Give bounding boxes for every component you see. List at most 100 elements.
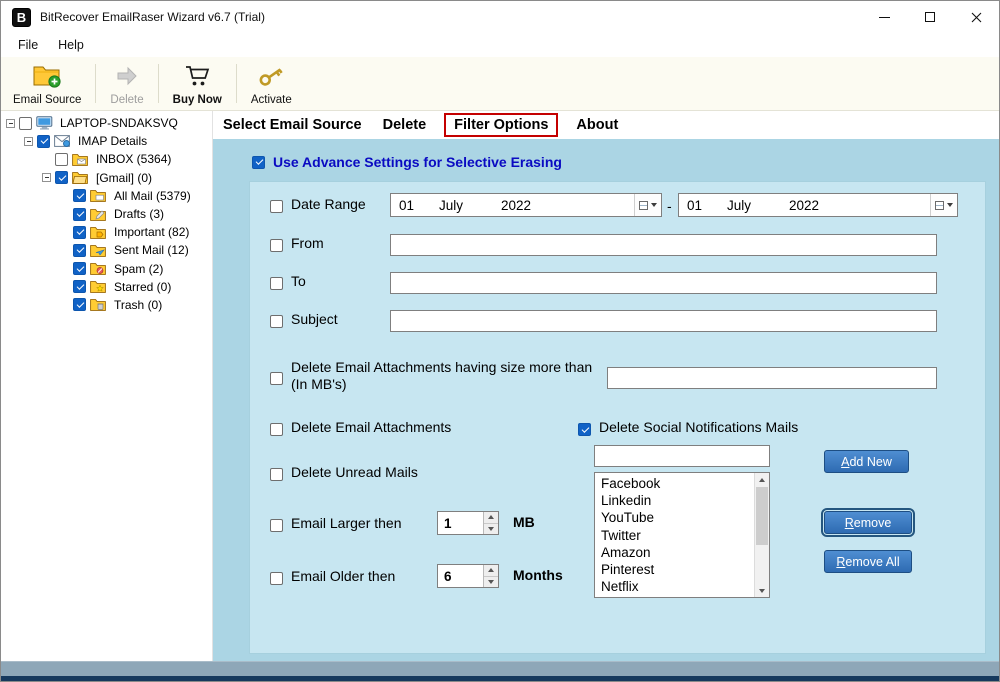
tree-checkbox[interactable]	[73, 280, 86, 293]
toolbar: Email Source Delete Buy Now	[1, 57, 999, 111]
list-item-twitter[interactable]: Twitter	[595, 527, 754, 544]
tree-item-gmail[interactable]: [Gmail] (0)	[1, 169, 212, 187]
subject-checkbox[interactable]	[270, 315, 283, 328]
tree-checkbox[interactable]	[19, 117, 32, 130]
tree-item-spam[interactable]: Spam (2)	[1, 260, 212, 278]
collapse-icon[interactable]	[42, 173, 51, 182]
tree-item-label: Important (82)	[112, 225, 191, 239]
menu-help[interactable]: Help	[48, 35, 94, 55]
tree-item-laptop[interactable]: LAPTOP-SNDAKSVQ	[1, 114, 212, 132]
inbox-folder-icon	[72, 152, 90, 166]
tree-item-trash[interactable]: Trash (0)	[1, 296, 212, 314]
scroll-down-icon[interactable]	[755, 584, 769, 597]
window-controls	[861, 1, 999, 33]
date-range-checkbox[interactable]	[270, 200, 283, 213]
email-larger-input[interactable]	[438, 512, 483, 534]
buy-now-button[interactable]: Buy Now	[161, 57, 234, 110]
tree-checkbox[interactable]	[73, 208, 86, 221]
new-social-site-input[interactable]	[594, 445, 770, 467]
social-sites-listbox[interactable]: Facebook Linkedin YouTube Twitter Amazon…	[594, 472, 770, 598]
maximize-button[interactable]	[907, 1, 953, 33]
date-start-month: July	[439, 198, 501, 213]
collapse-icon[interactable]	[6, 119, 15, 128]
spinner-down-icon[interactable]	[484, 577, 498, 588]
from-checkbox[interactable]	[270, 239, 283, 252]
tab-filter-options[interactable]: Filter Options	[444, 113, 558, 137]
delete-button[interactable]: Delete	[98, 57, 155, 110]
tree-checkbox[interactable]	[55, 171, 68, 184]
calendar-icon	[639, 201, 648, 210]
list-item-amazon[interactable]: Amazon	[595, 544, 754, 561]
tab-about[interactable]: About	[573, 115, 621, 135]
listbox-scrollbar[interactable]	[754, 473, 769, 597]
list-item-facebook[interactable]: Facebook	[595, 475, 754, 492]
tree-checkbox[interactable]	[73, 189, 86, 202]
scroll-up-icon[interactable]	[755, 473, 769, 486]
tree-checkbox[interactable]	[73, 226, 86, 239]
minimize-button[interactable]	[861, 1, 907, 33]
email-older-input[interactable]	[438, 565, 483, 587]
remove-button[interactable]: Remove	[824, 511, 912, 534]
toolbar-separator	[158, 64, 159, 103]
tree-checkbox[interactable]	[37, 135, 50, 148]
window-bottom-strip	[1, 676, 999, 682]
collapse-icon[interactable]	[24, 137, 33, 146]
date-end-day: 01	[679, 198, 727, 213]
add-new-button[interactable]: Add New	[824, 450, 909, 473]
tree-checkbox[interactable]	[73, 244, 86, 257]
tree-item-inbox[interactable]: INBOX (5364)	[1, 150, 212, 168]
tab-delete[interactable]: Delete	[380, 115, 430, 135]
subject-input[interactable]	[390, 310, 937, 332]
spinner-buttons	[483, 512, 498, 534]
close-button[interactable]	[953, 1, 999, 33]
tree-checkbox[interactable]	[73, 262, 86, 275]
date-end-picker[interactable]: 01 July 2022	[678, 193, 958, 217]
tab-select-email-source[interactable]: Select Email Source	[220, 115, 365, 135]
menu-file[interactable]: File	[8, 35, 48, 55]
from-input[interactable]	[390, 234, 937, 256]
tree-checkbox[interactable]	[55, 153, 68, 166]
date-end-dropdown-button[interactable]	[930, 194, 957, 216]
tree-item-drafts[interactable]: Drafts (3)	[1, 205, 212, 223]
email-larger-checkbox[interactable]	[270, 519, 283, 532]
delete-unread-checkbox[interactable]	[270, 468, 283, 481]
advance-settings-checkbox[interactable]	[252, 156, 265, 169]
remove-all-button[interactable]: Remove All	[824, 550, 912, 573]
date-start-dropdown-button[interactable]	[634, 194, 661, 216]
spinner-up-icon[interactable]	[484, 512, 498, 524]
tree-item-all-mail[interactable]: All Mail (5379)	[1, 187, 212, 205]
to-checkbox[interactable]	[270, 277, 283, 290]
title-bar: B BitRecover EmailRaser Wizard v6.7 (Tri…	[1, 1, 999, 33]
list-item-linkedin[interactable]: Linkedin	[595, 492, 754, 509]
scrollbar-thumb[interactable]	[756, 487, 768, 545]
social-notifications-checkbox[interactable]	[578, 423, 591, 436]
email-source-button[interactable]: Email Source	[1, 57, 93, 110]
activate-button[interactable]: Activate	[239, 57, 304, 110]
tree-checkbox[interactable]	[73, 298, 86, 311]
social-sites-list: Facebook Linkedin YouTube Twitter Amazon…	[595, 473, 754, 597]
remove-all-label-first: R	[836, 555, 845, 569]
toolbar-separator	[95, 64, 96, 103]
tree-item-label: LAPTOP-SNDAKSVQ	[58, 116, 180, 130]
tree-item-label: Trash (0)	[112, 298, 164, 312]
list-item-pinterest[interactable]: Pinterest	[595, 561, 754, 578]
list-item-youtube[interactable]: YouTube	[595, 509, 754, 526]
tree-item-sent-mail[interactable]: Sent Mail (12)	[1, 241, 212, 259]
chevron-down-icon	[947, 203, 953, 207]
attachment-size-checkbox[interactable]	[270, 372, 283, 385]
tree-item-imap-details[interactable]: IMAP Details	[1, 132, 212, 150]
tree-item-starred[interactable]: Starred (0)	[1, 278, 212, 296]
email-older-spinner	[437, 564, 499, 588]
date-start-picker[interactable]: 01 July 2022	[390, 193, 662, 217]
list-item-netflix[interactable]: Netflix	[595, 578, 754, 595]
attachment-size-input[interactable]	[607, 367, 937, 389]
mb-unit-label: MB	[513, 514, 535, 530]
email-older-checkbox[interactable]	[270, 572, 283, 585]
tree-item-important[interactable]: Important (82)	[1, 223, 212, 241]
spinner-down-icon[interactable]	[484, 524, 498, 535]
spinner-up-icon[interactable]	[484, 565, 498, 577]
delete-attachments-label: Delete Email Attachments	[291, 419, 451, 435]
from-label: From	[291, 235, 324, 251]
to-input[interactable]	[390, 272, 937, 294]
delete-attachments-checkbox[interactable]	[270, 423, 283, 436]
